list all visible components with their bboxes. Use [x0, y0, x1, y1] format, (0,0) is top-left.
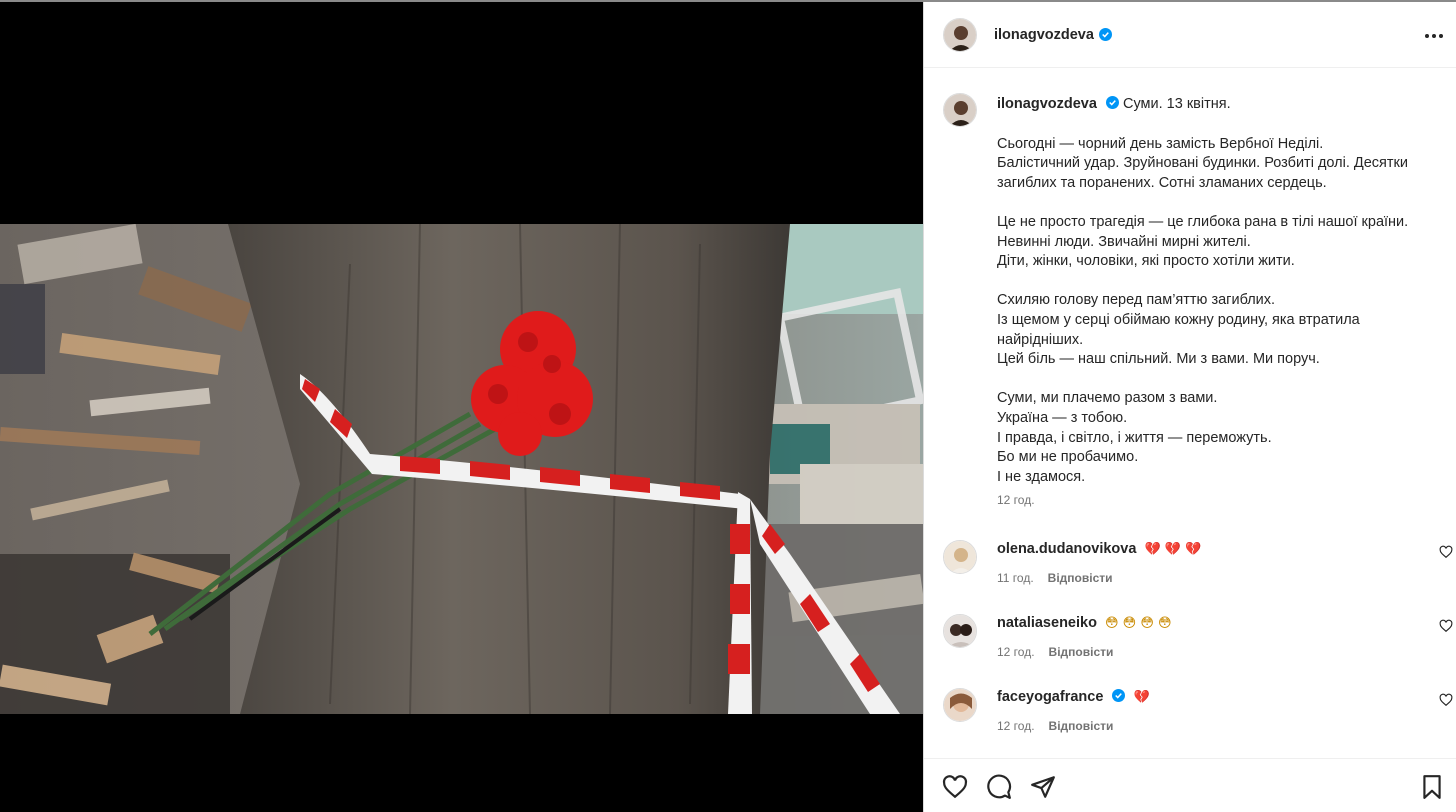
comment-like-icon[interactable]: [1439, 693, 1453, 707]
reply-button[interactable]: Відповісти: [1048, 571, 1113, 585]
more-options-icon[interactable]: [1422, 24, 1446, 48]
comment-item: faceyogafrance 💔 12 год. Відповісти: [924, 675, 1456, 749]
verified-badge-icon: [1105, 96, 1119, 109]
comments-scroll[interactable]: ilonagvozdeva Суми. 13 квітня. Сьогодні …: [924, 69, 1456, 759]
comment-item: nataliaseneiko 😳 😳 😳 😳 12 год. Відповісти: [924, 601, 1456, 675]
heart-icon[interactable]: [942, 774, 968, 800]
author-username[interactable]: ilonagvozdeva: [994, 27, 1094, 43]
reply-button[interactable]: Відповісти: [1049, 719, 1114, 733]
post-actions-bar: [924, 758, 1456, 812]
caption-author-avatar[interactable]: [943, 93, 977, 127]
post-media[interactable]: [0, 2, 923, 812]
caption-text: Сьогодні — чорний день замість Вербної Н…: [997, 135, 1409, 485]
reply-button[interactable]: Відповісти: [1049, 645, 1114, 659]
post-side-panel: ilonagvozdeva ilonagvozdeva Суми. 13 кві…: [923, 2, 1456, 812]
comment-username[interactable]: faceyogafrance: [997, 689, 1103, 705]
commenter-avatar[interactable]: [943, 613, 977, 648]
comment-like-icon[interactable]: [1439, 545, 1453, 559]
verified-badge-icon: [1112, 688, 1126, 702]
comment-text: 💔 💔 💔: [1144, 541, 1202, 557]
caption-username[interactable]: ilonagvozdeva: [997, 96, 1097, 112]
post-caption: ilonagvozdeva Суми. 13 квітня. Сьогодні …: [924, 69, 1456, 511]
comment-icon[interactable]: [986, 774, 1012, 800]
share-icon[interactable]: [1030, 774, 1056, 800]
commenter-avatar[interactable]: [943, 687, 977, 722]
author-avatar[interactable]: [943, 17, 977, 52]
comment-time[interactable]: 12 год.: [997, 645, 1035, 659]
comment-username[interactable]: olena.dudanovikova: [997, 541, 1136, 557]
comment-text: 💔: [1133, 689, 1150, 705]
comment-like-icon[interactable]: [1439, 619, 1453, 633]
comment-time[interactable]: 11 год.: [997, 571, 1034, 585]
post-photo: [0, 224, 923, 714]
verified-badge-icon: [1098, 28, 1112, 41]
comment-text: 😳 😳 😳 😳: [1104, 615, 1172, 631]
bookmark-icon[interactable]: [1419, 774, 1445, 800]
comment-time[interactable]: 12 год.: [997, 719, 1035, 733]
commenter-avatar[interactable]: [943, 539, 977, 574]
caption-location: Суми. 13 квітня.: [1122, 96, 1231, 112]
comment-item: olena.dudanovikova 💔 💔 💔 11 год. Відповіс…: [924, 527, 1456, 601]
post-time[interactable]: 12 год.: [997, 491, 1437, 511]
post-header: ilonagvozdeva: [924, 2, 1456, 68]
comment-username[interactable]: nataliaseneiko: [997, 615, 1097, 631]
